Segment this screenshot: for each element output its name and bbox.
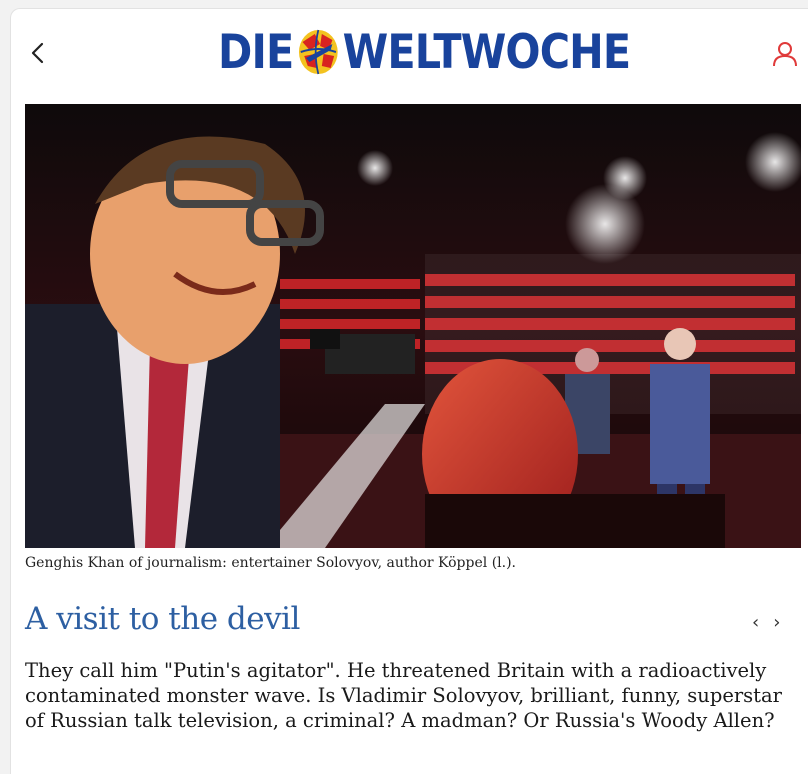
next-article-button[interactable]: ›: [773, 614, 780, 632]
article-title[interactable]: A visit to the devil: [25, 601, 300, 637]
article-image[interactable]: [25, 104, 801, 548]
user-icon: [773, 42, 797, 67]
chevron-left-icon: [31, 42, 44, 64]
globe-logo-icon: [298, 29, 338, 75]
previous-article-button[interactable]: ‹: [752, 614, 759, 632]
logo-text-weltwoche: WELTWOCHE: [342, 24, 632, 80]
article-pager: ‹ ›: [752, 614, 780, 632]
site-logo[interactable]: DIE WELTWOCHE: [218, 24, 632, 80]
back-button[interactable]: [28, 40, 48, 66]
image-caption: Genghis Khan of journalism: entertainer …: [25, 555, 516, 571]
user-account-button[interactable]: [772, 40, 798, 68]
studio-selfie-illustration: [25, 104, 801, 548]
logo-text-die: DIE: [218, 24, 294, 80]
article-lead: They call him "Putin's agitator". He thr…: [25, 659, 782, 732]
